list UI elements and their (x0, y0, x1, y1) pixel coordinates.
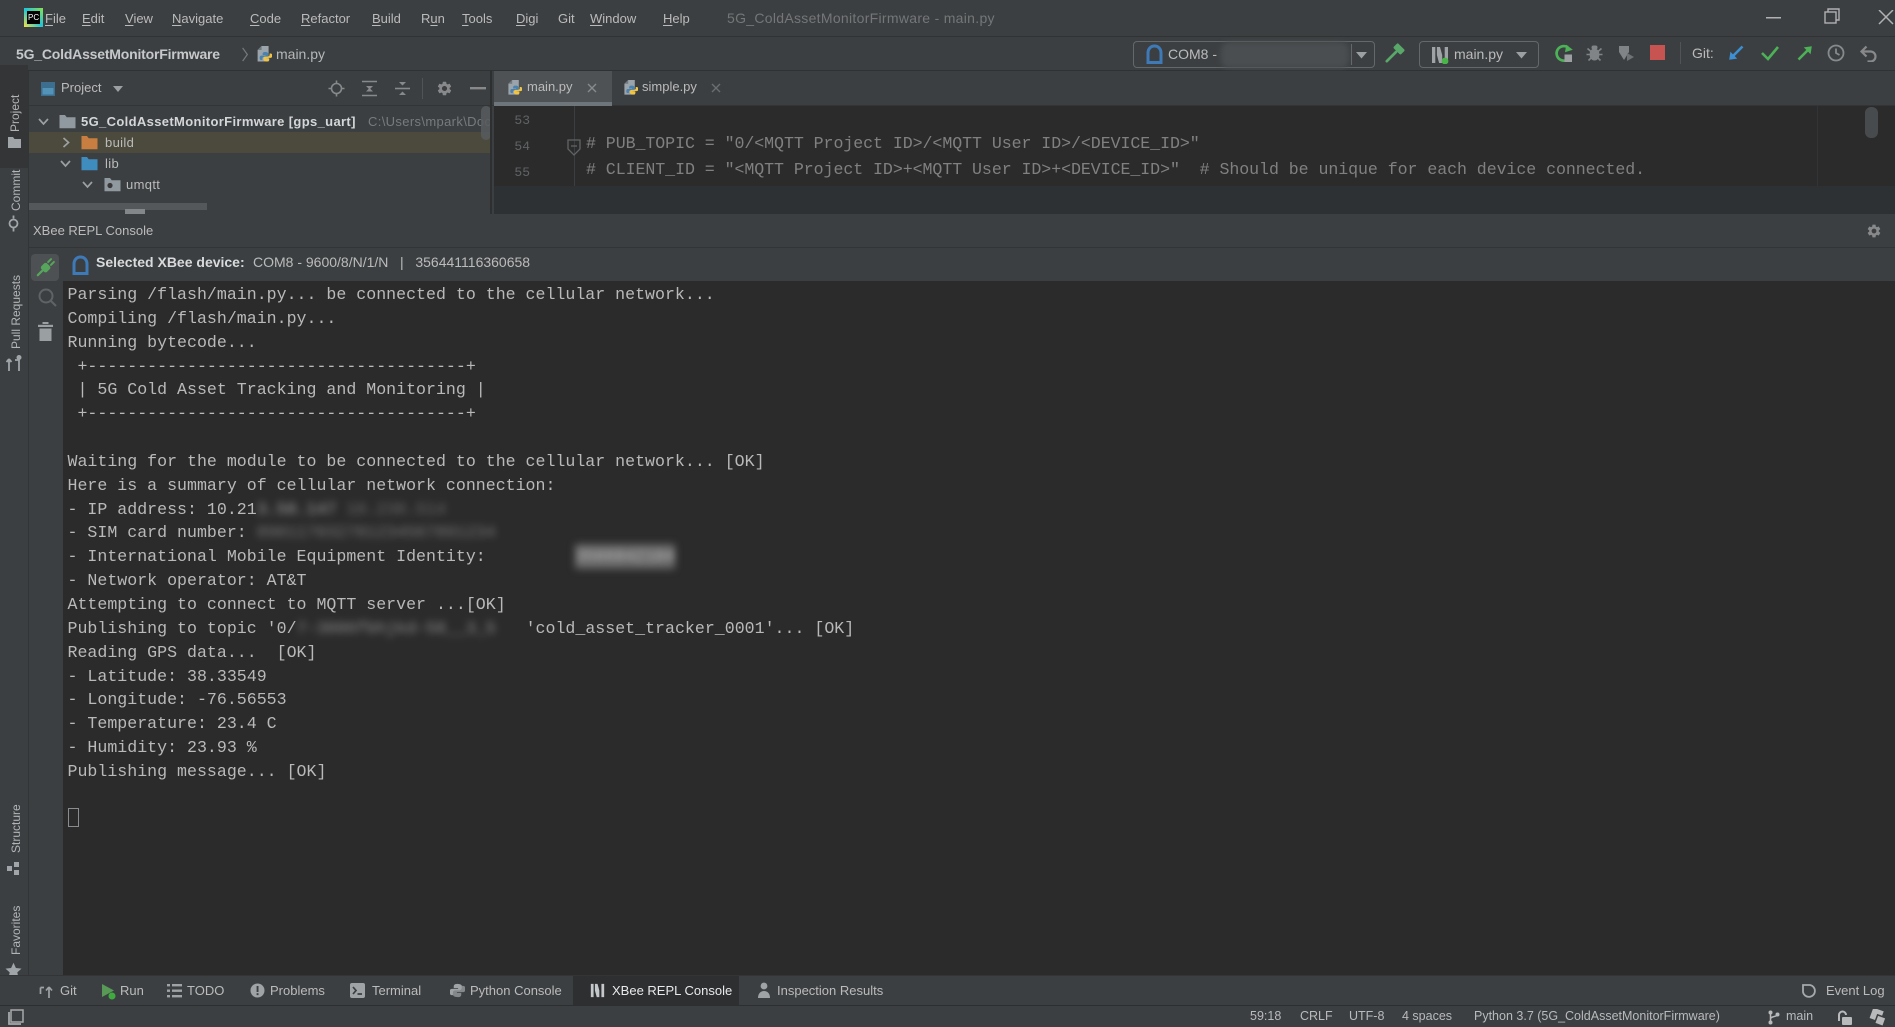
svg-text:PC: PC (28, 13, 39, 22)
